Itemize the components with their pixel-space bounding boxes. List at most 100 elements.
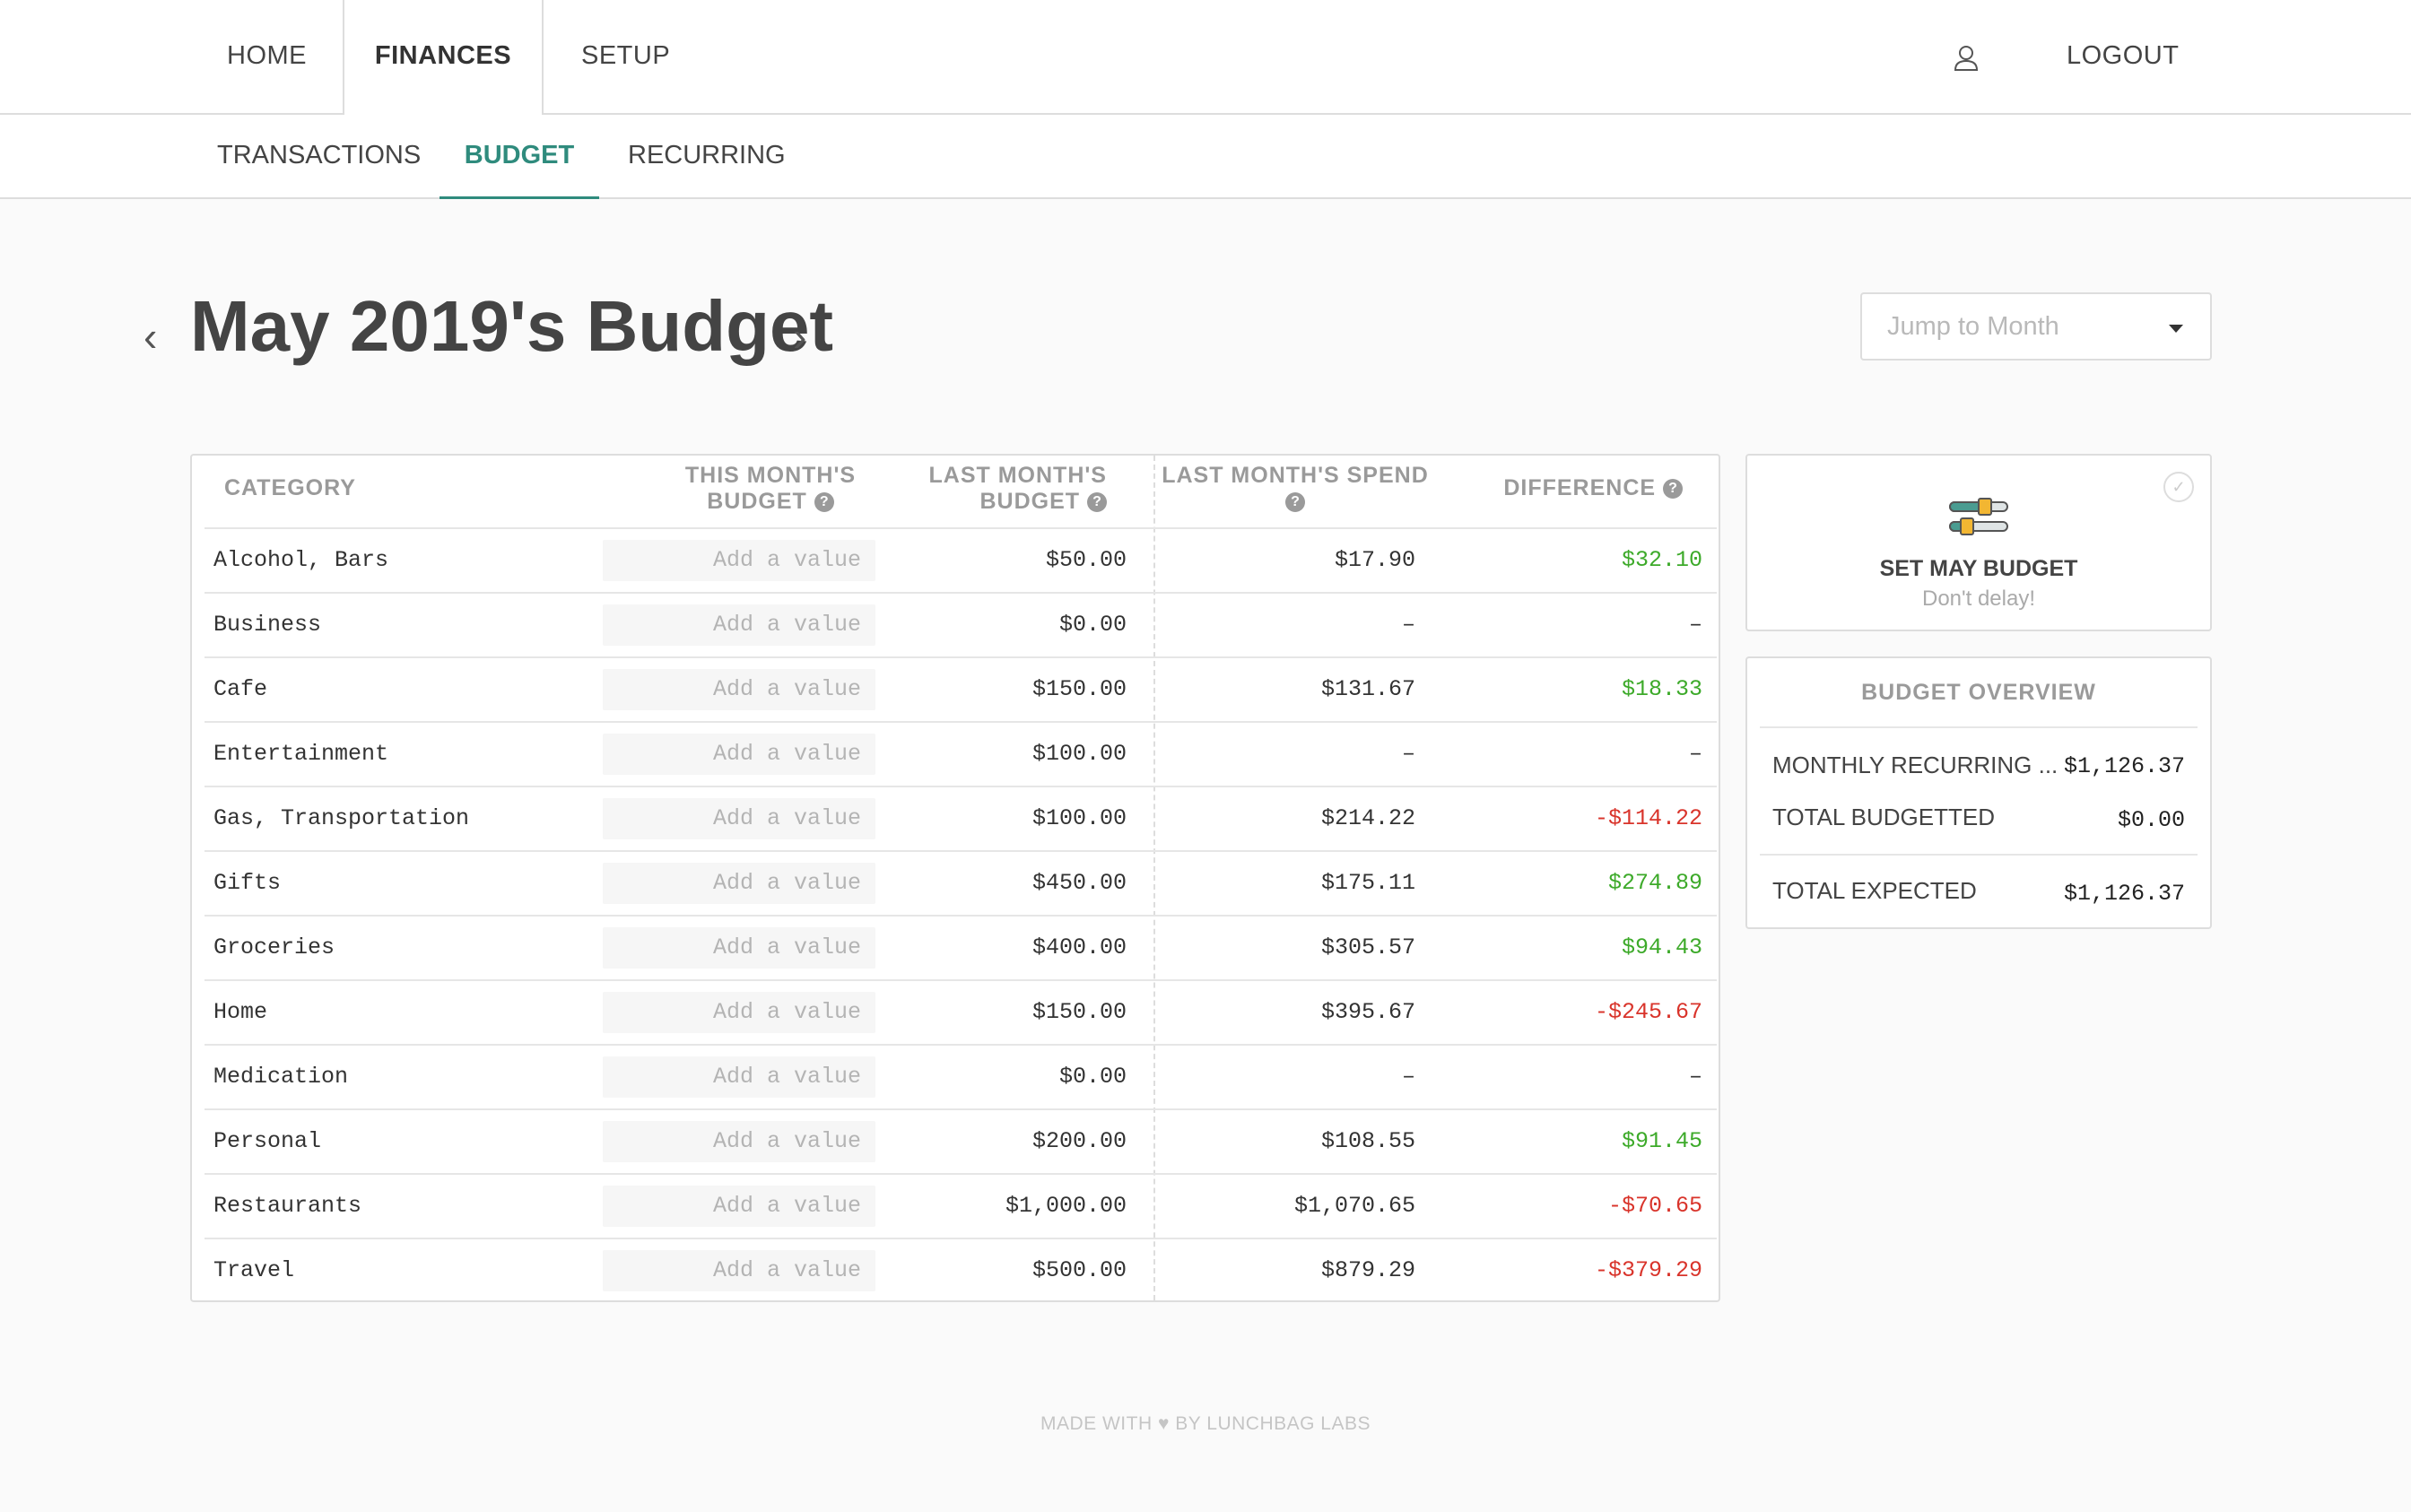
monthly-recurring-value: $1,126.37: [2063, 753, 2185, 779]
nav-finances[interactable]: FINANCES: [343, 0, 544, 117]
budget-value-input[interactable]: Add a value: [603, 1186, 875, 1227]
header-difference: DIFFERENCE ?: [1439, 475, 1683, 501]
last-month-spend-cell: $395.67: [1320, 999, 1415, 1025]
footer-by: BY LUNCHBAG LABS: [1175, 1413, 1371, 1434]
budget-value-input[interactable]: Add a value: [603, 1056, 875, 1098]
table-row: Home Add a value $150.00 $395.67 -$245.67: [205, 979, 1717, 1044]
help-icon[interactable]: ?: [814, 492, 834, 513]
total-budgetted-value: $0.00: [2117, 807, 2185, 833]
last-month-budget-cell: $450.00: [1031, 870, 1127, 896]
category-cell: Medication: [213, 1064, 349, 1090]
budget-overview-card: BUDGET OVERVIEW MONTHLY RECURRING ... $1…: [1745, 656, 2212, 929]
category-cell: Alcohol, Bars: [213, 547, 389, 573]
sub-nav: TRANSACTIONS BUDGET RECURRING: [0, 115, 2411, 199]
table-row: Restaurants Add a value $1,000.00 $1,070.65…: [205, 1173, 1717, 1238]
category-cell: Cafe: [213, 676, 268, 702]
difference-cell: $18.33: [1621, 676, 1702, 702]
header-this-month-budget: THIS MONTH'S BUDGET ?: [658, 463, 883, 515]
nav-setup[interactable]: SETUP: [581, 0, 670, 115]
page-title: May 2019's Budget: [190, 286, 834, 366]
total-expected-value: $1,126.37: [2063, 881, 2185, 907]
overview-title: BUDGET OVERVIEW: [1861, 680, 2096, 705]
monthly-recurring-label: MONTHLY RECURRING ...: [1772, 752, 2058, 778]
last-month-budget-cell: $500.00: [1031, 1257, 1127, 1283]
category-cell: Restaurants: [213, 1193, 362, 1219]
help-icon[interactable]: ?: [1663, 479, 1683, 500]
last-month-budget-cell: $400.00: [1031, 934, 1127, 960]
last-month-spend-cell: $131.67: [1320, 676, 1415, 702]
check-icon[interactable]: ✓: [2163, 472, 2194, 502]
difference-cell: –: [1688, 741, 1702, 767]
jump-to-month-select[interactable]: Jump to Month: [1860, 292, 2212, 361]
set-budget-title: SET MAY BUDGET: [1879, 556, 2078, 581]
difference-cell: $94.43: [1621, 934, 1702, 960]
set-budget-card[interactable]: ✓ SET MAY BUDGET Don't delay!: [1745, 454, 2212, 631]
last-month-budget-cell: $100.00: [1031, 741, 1127, 767]
header-spend-label: LAST MONTH'S SPEND: [1162, 463, 1429, 488]
budget-value-input[interactable]: Add a value: [603, 927, 875, 969]
divider: [1760, 854, 2198, 856]
set-budget-subtitle: Don't delay!: [1922, 587, 2035, 611]
budget-value-input[interactable]: Add a value: [603, 1121, 875, 1162]
category-cell: Entertainment: [213, 741, 389, 767]
category-cell: Home: [213, 999, 268, 1025]
tab-transactions[interactable]: TRANSACTIONS: [217, 115, 421, 199]
budget-value-input[interactable]: Add a value: [603, 604, 875, 646]
budget-table: CATEGORY THIS MONTH'S BUDGET ? LAST MONT…: [190, 454, 1720, 1302]
tab-recurring[interactable]: RECURRING: [628, 115, 786, 199]
difference-cell: -$70.65: [1607, 1193, 1702, 1219]
difference-cell: $32.10: [1621, 547, 1702, 573]
table-header: CATEGORY THIS MONTH'S BUDGET ? LAST MONT…: [192, 456, 1719, 527]
header-last-month-line1: LAST MONTH'S: [928, 463, 1107, 488]
budget-value-input[interactable]: Add a value: [603, 540, 875, 581]
last-month-budget-cell: $100.00: [1031, 805, 1127, 831]
category-cell: Personal: [213, 1128, 322, 1154]
budget-value-input[interactable]: Add a value: [603, 992, 875, 1033]
nav-home[interactable]: HOME: [227, 0, 307, 115]
table-row: Groceries Add a value $400.00 $305.57 $94.43: [205, 915, 1717, 979]
last-month-spend-cell: $305.57: [1320, 934, 1415, 960]
last-month-spend-cell: $879.29: [1320, 1257, 1415, 1283]
last-month-budget-cell: $0.00: [1058, 1064, 1127, 1090]
difference-cell: –: [1688, 612, 1702, 638]
help-icon[interactable]: ?: [1087, 492, 1107, 513]
chevron-left-icon[interactable]: ‹: [144, 312, 157, 361]
last-month-spend-cell: $17.90: [1334, 547, 1415, 573]
last-month-spend-cell: $1,070.65: [1293, 1193, 1415, 1219]
header-category: CATEGORY: [224, 475, 356, 500]
difference-cell: -$245.67: [1594, 999, 1702, 1025]
table-row: Cafe Add a value $150.00 $131.67 $18.33: [205, 656, 1717, 721]
budget-value-input[interactable]: Add a value: [603, 734, 875, 775]
nav-logout[interactable]: LOGOUT: [2067, 0, 2179, 115]
budget-value-input[interactable]: Add a value: [603, 1250, 875, 1291]
table-row: Business Add a value $0.00 – –: [205, 592, 1717, 656]
last-month-budget-cell: $1,000.00: [1005, 1193, 1127, 1219]
caret-down-icon: [2169, 325, 2183, 333]
user-icon[interactable]: [1952, 43, 1980, 72]
table-row: Gifts Add a value $450.00 $175.11 $274.89: [205, 850, 1717, 915]
tab-budget[interactable]: BUDGET: [440, 115, 599, 199]
budget-value-input[interactable]: Add a value: [603, 798, 875, 839]
heart-icon: ♥: [1157, 1413, 1170, 1434]
budget-value-input[interactable]: Add a value: [603, 863, 875, 904]
category-cell: Travel: [213, 1257, 295, 1283]
chevron-right-icon[interactable]: ›: [793, 312, 806, 361]
category-cell: Business: [213, 612, 322, 638]
header-last-month-spend: LAST MONTH'S SPEND ?: [1161, 463, 1430, 515]
category-cell: Gifts: [213, 870, 282, 896]
table-row: Entertainment Add a value $100.00 – –: [205, 721, 1717, 786]
total-expected-label: TOTAL EXPECTED: [1772, 877, 1977, 904]
help-icon[interactable]: ?: [1285, 492, 1305, 513]
total-budgetted-label: TOTAL BUDGETTED: [1772, 804, 1995, 830]
difference-cell: $91.45: [1621, 1128, 1702, 1154]
header-last-month-line2: BUDGET: [979, 489, 1081, 514]
table-row: Medication Add a value $0.00 – –: [205, 1044, 1717, 1108]
last-month-budget-cell: $150.00: [1031, 999, 1127, 1025]
budget-value-input[interactable]: Add a value: [603, 669, 875, 710]
divider: [1760, 726, 2198, 728]
difference-cell: –: [1688, 1064, 1702, 1090]
table-row: Gas, Transportation Add a value $100.00 $21…: [205, 786, 1717, 850]
difference-cell: -$114.22: [1594, 805, 1702, 831]
difference-cell: -$379.29: [1594, 1257, 1702, 1283]
header-last-month-budget: LAST MONTH'S BUDGET ?: [918, 463, 1107, 515]
